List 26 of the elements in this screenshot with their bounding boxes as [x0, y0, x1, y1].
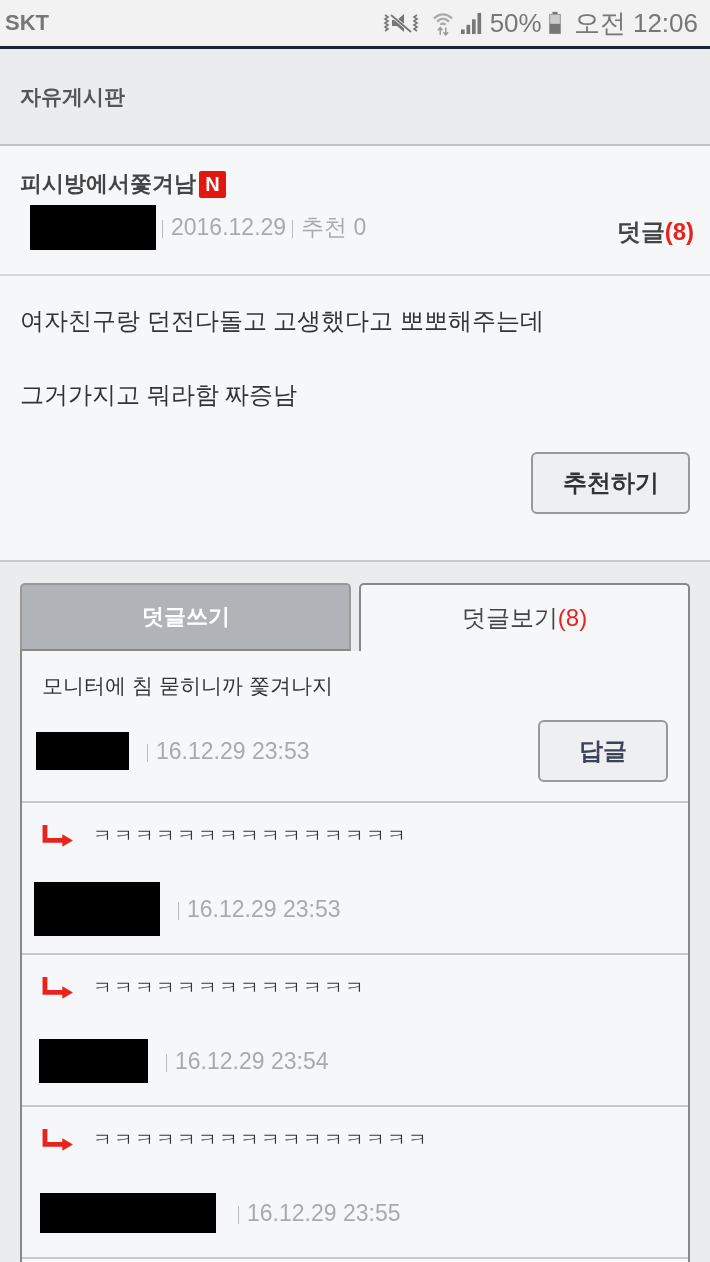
- comment-text: ㅋㅋㅋㅋㅋㅋㅋㅋㅋㅋㅋㅋㅋㅋㅋㅋ: [93, 1128, 429, 1152]
- comment-text: ㅋㅋㅋㅋㅋㅋㅋㅋㅋㅋㅋㅋㅋ: [93, 976, 366, 1000]
- comment-date: 16.12.29 23:55: [247, 1199, 401, 1227]
- comment-date: 16.12.29 23:54: [175, 1047, 329, 1075]
- post-title: 피시방에서쫓겨남: [20, 170, 196, 198]
- post-date: 2016.12.29: [171, 213, 287, 241]
- post-text: 그거가지고 뭐라함 짜증남: [20, 380, 299, 410]
- new-badge: N: [199, 170, 226, 198]
- board-title: 자유게시판: [20, 83, 125, 110]
- comment-text: 모니터에 침 묻히니까 쫓겨나지: [42, 673, 333, 699]
- recommend-count: 추천 0: [301, 212, 367, 242]
- battery-percent: 50%: [489, 7, 542, 39]
- clock-time: 오전 12:06: [573, 6, 698, 40]
- comment-date: 16.12.29 23:53: [187, 895, 341, 923]
- comment-text: ㅋㅋㅋㅋㅋㅋㅋㅋㅋㅋㅋㅋㅋㅋㅋ: [93, 824, 408, 848]
- signal-icon: [460, 12, 483, 34]
- wifi-icon: [431, 10, 454, 36]
- mute-vibrate-icon: [382, 11, 419, 35]
- carrier-name: SKT: [5, 10, 49, 36]
- comment-tab[interactable]: 덧글보기(8): [359, 583, 690, 651]
- comment-count-link[interactable]: 덧글(8): [616, 216, 694, 248]
- reply-button[interactable]: 답글: [538, 720, 668, 782]
- comment-date: 16.12.29 23:53: [156, 737, 310, 765]
- battery-icon: [548, 11, 561, 35]
- recommend-button[interactable]: 추천하기: [531, 452, 690, 514]
- post-text: 여자친구랑 던전다돌고 고생했다고 뽀뽀해주는데: [20, 306, 545, 336]
